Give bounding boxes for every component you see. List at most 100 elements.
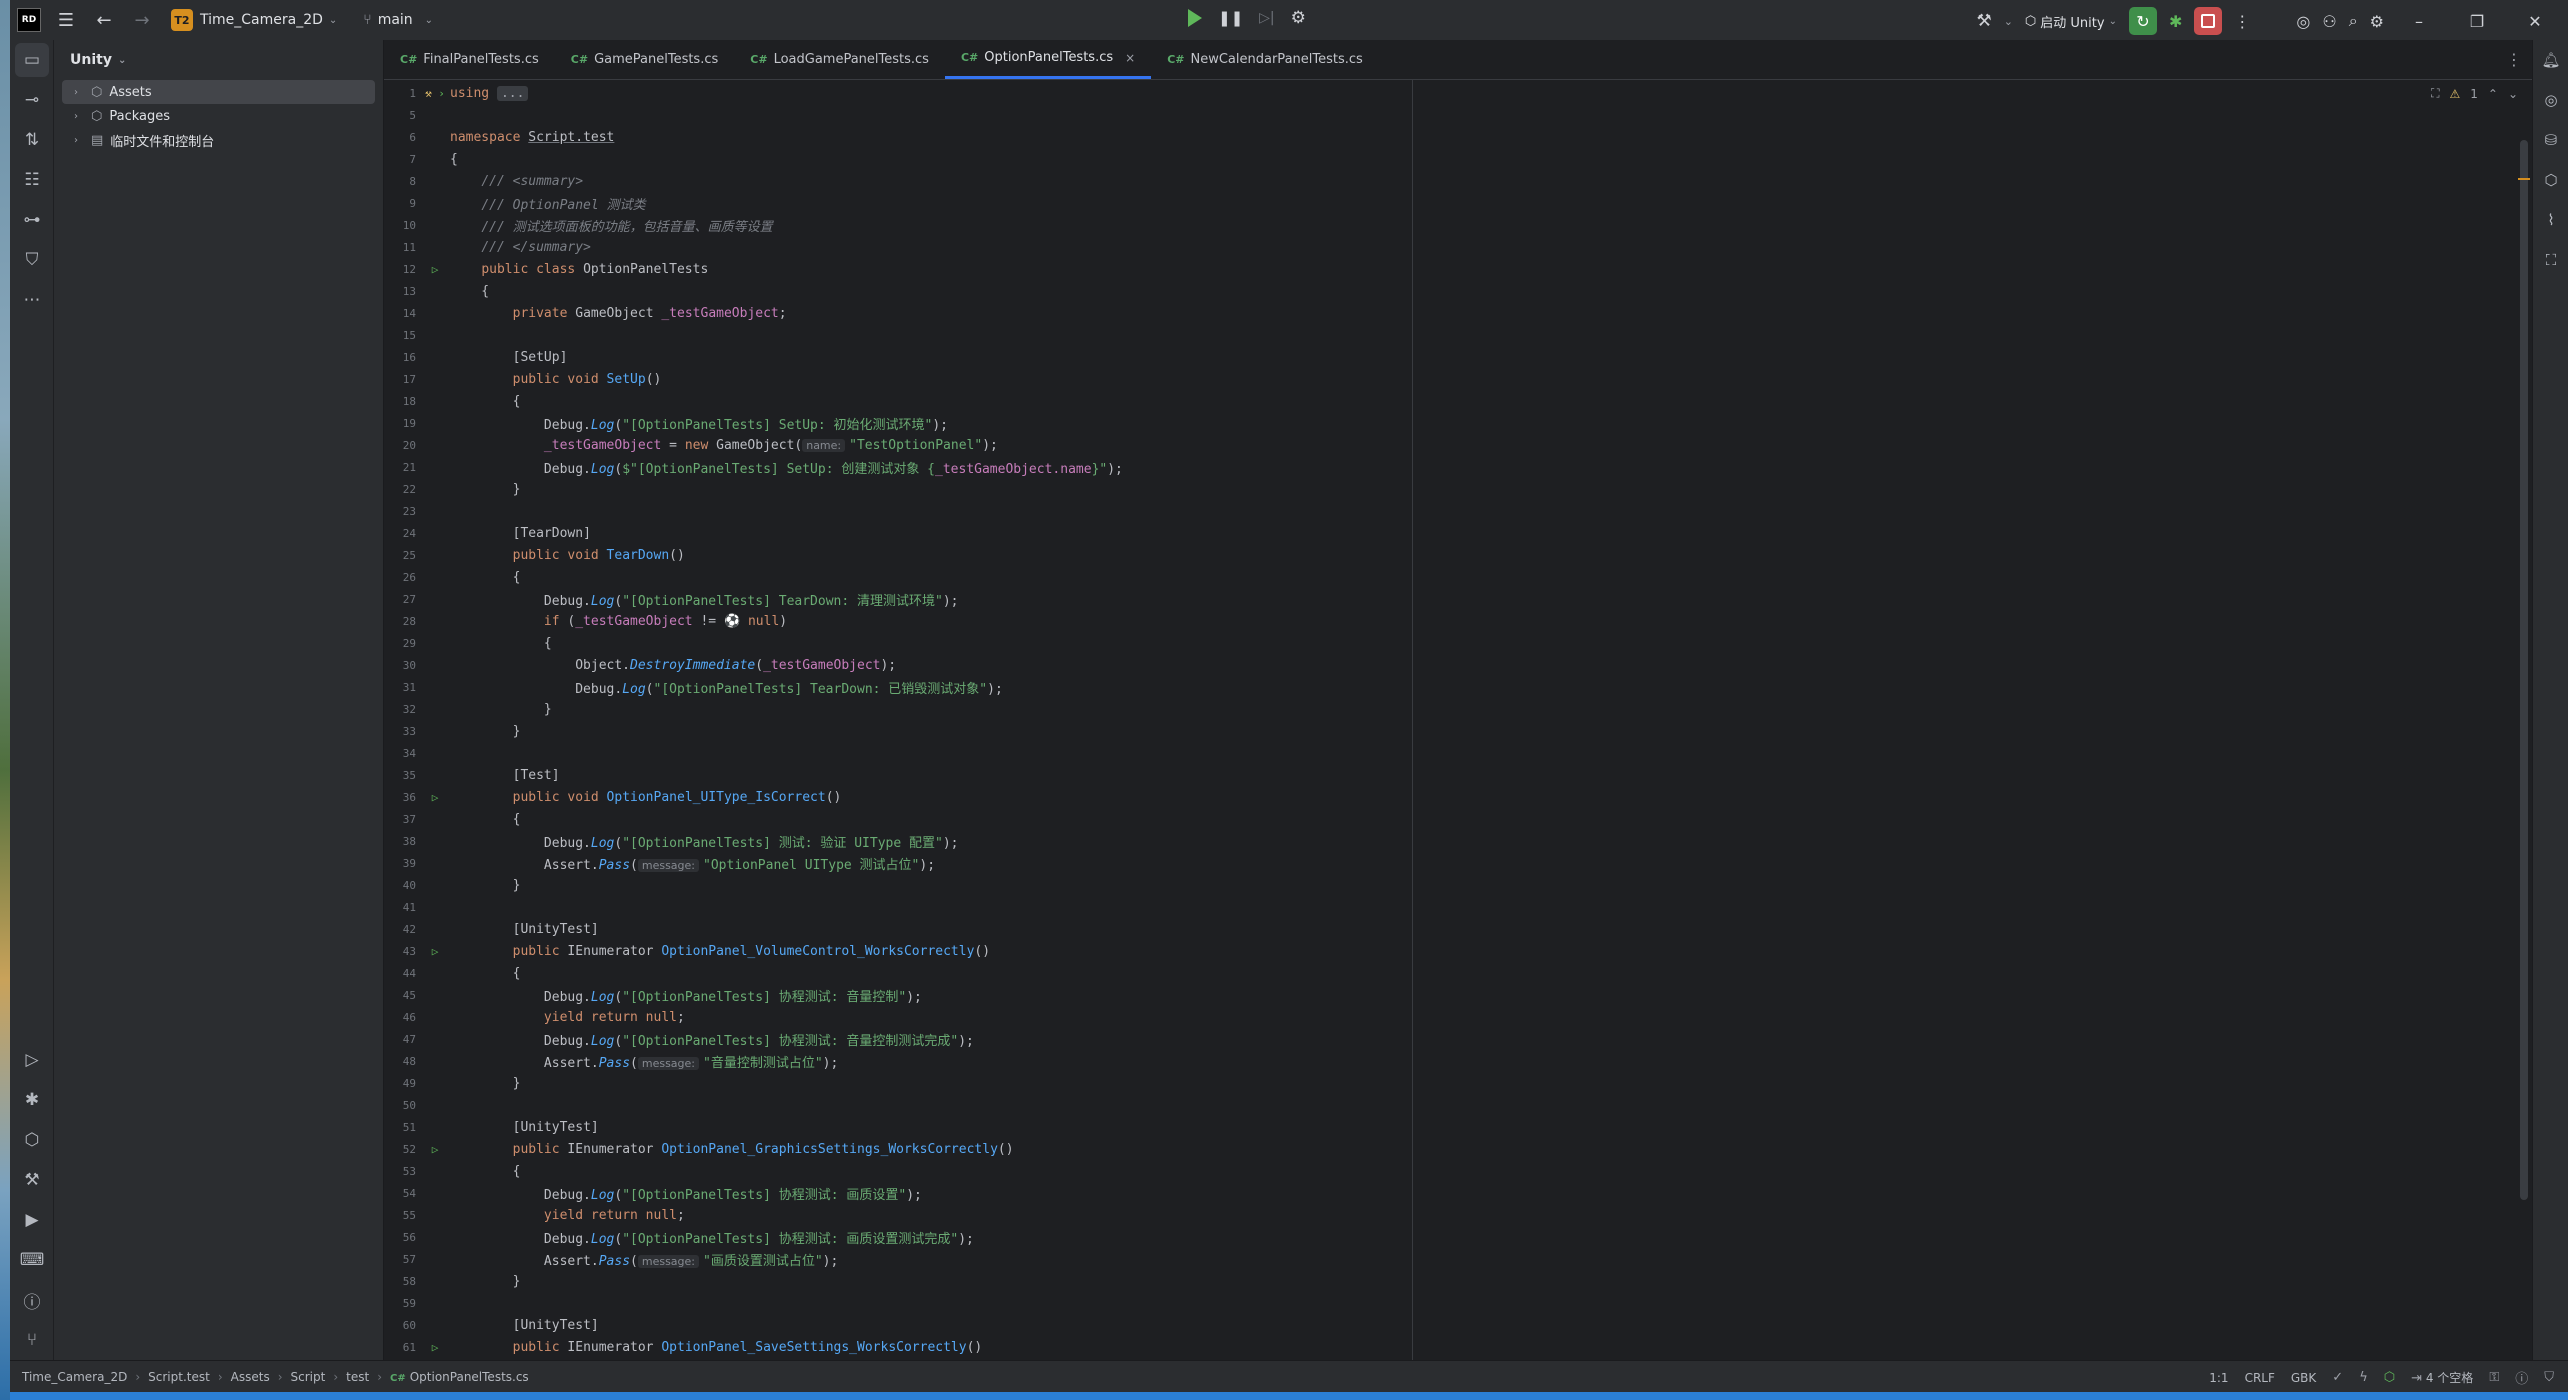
- intention-bulb-icon[interactable]: ⚒ ›: [420, 87, 450, 100]
- right-tool-strip: 🔔︎ ◎ ⛁ ⬡ ⌇ ⛶: [2532, 40, 2568, 1360]
- line-number: 44: [402, 966, 416, 980]
- breadcrumb-item[interactable]: Script.test: [148, 1370, 210, 1384]
- line-number: 13: [402, 284, 416, 298]
- terminal-icon[interactable]: ⌨: [10, 1240, 54, 1280]
- tab-optionpaneltests[interactable]: C# OptionPanelTests.cs ×: [944, 39, 1152, 79]
- notifications-icon[interactable]: 🔔︎: [2533, 40, 2568, 80]
- build-tools-icon[interactable]: ⚒: [10, 1160, 54, 1200]
- power-save-icon[interactable]: ϟ: [2359, 1370, 2368, 1385]
- project-name[interactable]: Time_Camera_2D: [200, 12, 323, 28]
- line-number: 40: [402, 878, 416, 892]
- project-panel-title: Unity: [70, 52, 112, 68]
- tabs-more-icon[interactable]: ⋮: [2506, 50, 2522, 69]
- taskbar-edge: [10, 1392, 2568, 1400]
- run-icon[interactable]: [1188, 9, 1202, 27]
- indent-setting[interactable]: ⇥ 4 个空格: [2411, 1369, 2473, 1386]
- breadcrumb-item[interactable]: Script: [291, 1370, 326, 1384]
- endpoints-icon[interactable]: ⊶: [10, 200, 54, 240]
- project-badge[interactable]: T2: [171, 9, 193, 31]
- tab-gamepaneltests[interactable]: C# GamePanelTests.cs: [555, 39, 735, 79]
- branch-selector[interactable]: ⑂ main ⌄: [363, 12, 433, 28]
- unit-tests-icon[interactable]: ▷: [10, 1040, 54, 1080]
- breadcrumb-item[interactable]: Time_Camera_2D: [22, 1370, 127, 1384]
- tab-loadgamepaneltests[interactable]: C# LoadGamePanelTests.cs: [734, 39, 945, 79]
- project-panel-header[interactable]: Unity ⌄: [54, 40, 383, 80]
- caret-position[interactable]: 1:1: [2209, 1371, 2228, 1385]
- code-editor[interactable]: ⛶ ⚠ 1 ⌃ ⌄ 1 ⚒ › using ... 5 6 namespace S…: [384, 80, 2532, 1400]
- tree-item-packages[interactable]: › ⬡ Packages: [54, 104, 383, 128]
- commit-icon[interactable]: ⊸: [10, 80, 54, 120]
- settings-gear-icon[interactable]: ⚙: [2370, 12, 2384, 31]
- unity-icon[interactable]: ⬡: [10, 1120, 54, 1160]
- services-icon[interactable]: ▶: [10, 1200, 54, 1240]
- chevron-down-icon[interactable]: ⌄: [2004, 15, 2013, 28]
- code-line: 23: [384, 500, 2524, 522]
- structure-icon[interactable]: ☷: [10, 160, 54, 200]
- chevron-right-icon[interactable]: ›: [74, 111, 84, 122]
- search-icon[interactable]: ⌕: [2349, 11, 2358, 31]
- build-hammer-icon[interactable]: ⚒: [1976, 11, 1991, 31]
- project-folder-icon[interactable]: ▭: [15, 43, 49, 77]
- run-tests-icon[interactable]: ▷: [420, 263, 450, 276]
- back-arrow-icon[interactable]: ←: [85, 10, 123, 31]
- pause-icon[interactable]: ❚❚: [1218, 9, 1243, 27]
- unity-explorer-icon[interactable]: ⬡: [2533, 160, 2568, 200]
- line-number: 36: [402, 790, 416, 804]
- database-icon[interactable]: ⛁: [2533, 120, 2568, 160]
- dynamic-program-analysis-icon[interactable]: ⌇: [2533, 200, 2568, 240]
- breadcrumb-file[interactable]: C# OptionPanelTests.cs: [390, 1370, 529, 1384]
- breadcrumb-item[interactable]: Assets: [231, 1370, 270, 1384]
- ai-chat-icon[interactable]: ◎: [2533, 80, 2568, 120]
- debug-icon[interactable]: ✱: [10, 1080, 54, 1120]
- step-icon[interactable]: ▷|: [1259, 10, 1274, 26]
- chevron-right-icon[interactable]: ›: [74, 135, 84, 146]
- chevron-down-icon[interactable]: ⌄: [329, 15, 337, 26]
- chevron-right-icon[interactable]: ›: [74, 87, 84, 98]
- tab-newcalendarpaneltests[interactable]: C# NewCalendarPanelTests.cs: [1151, 39, 1379, 79]
- bookmarks-icon[interactable]: ⛉: [10, 240, 54, 280]
- ai-assistant-icon[interactable]: ◎: [2296, 12, 2310, 31]
- minimize-icon[interactable]: –: [2396, 12, 2442, 31]
- stop-button[interactable]: [2194, 7, 2223, 35]
- add-user-icon[interactable]: ⚇: [2322, 12, 2336, 31]
- lock-icon[interactable]: ⚿: [2489, 1370, 2499, 1385]
- check-circle-icon[interactable]: ✓: [2332, 1370, 2343, 1385]
- code-line: 38 Debug.Log("[OptionPanelTests] 测试: 验证 …: [384, 830, 2524, 852]
- run-test-icon[interactable]: ▷: [420, 945, 450, 958]
- pull-requests-icon[interactable]: ⇅: [10, 120, 54, 160]
- csharp-file-icon: C#: [390, 1372, 406, 1384]
- editor-tabs: C# FinalPanelTests.cs C# GamePanelTests.…: [384, 40, 2532, 80]
- tab-finalpaneltests[interactable]: C# FinalPanelTests.cs: [384, 39, 555, 79]
- close-icon[interactable]: ✕: [2512, 12, 2558, 31]
- run-configuration-selector[interactable]: ⬡ 启动 Unity ⌄: [2025, 12, 2117, 31]
- tree-item-assets[interactable]: › ⬡ Assets: [62, 80, 375, 104]
- csharp-file-icon: C#: [1167, 52, 1185, 66]
- close-tab-icon[interactable]: ×: [1125, 51, 1135, 65]
- more-tools-icon[interactable]: ⋯: [10, 280, 54, 320]
- forward-arrow-icon[interactable]: →: [123, 10, 161, 31]
- code-line: 30 Object.DestroyImmediate(_testGameObje…: [384, 654, 2524, 676]
- restore-icon[interactable]: ❐: [2454, 12, 2500, 31]
- problems-icon[interactable]: ⓘ: [2515, 1368, 2528, 1387]
- unity-connect-button[interactable]: ↻: [2128, 7, 2157, 35]
- more-options-icon[interactable]: ⋮: [2234, 12, 2250, 31]
- tree-item-scratches[interactable]: › ▤ 临时文件和控制台: [54, 128, 383, 152]
- problems-icon[interactable]: ⓘ: [10, 1280, 54, 1320]
- line-separator[interactable]: CRLF: [2245, 1371, 2275, 1385]
- unity-connection-icon[interactable]: ⬡: [2384, 1370, 2395, 1385]
- code-line: 27 Debug.Log("[OptionPanelTests] TearDow…: [384, 588, 2524, 610]
- branch-icon: ⑂: [363, 12, 372, 28]
- run-test-icon[interactable]: ▷: [420, 1143, 450, 1156]
- run-test-icon[interactable]: ▷: [420, 1341, 450, 1354]
- coverage-icon[interactable]: ⛶: [2533, 240, 2568, 280]
- run-test-icon[interactable]: ▷: [420, 791, 450, 804]
- code-line: 1 ⚒ › using ...: [384, 82, 2524, 104]
- main-menu-icon[interactable]: ☰: [47, 10, 85, 31]
- code-line: 39 Assert.Pass(message: "OptionPanel UITy…: [384, 852, 2524, 874]
- git-icon[interactable]: ⑂: [10, 1320, 54, 1360]
- debug-bug-icon[interactable]: ✱: [2169, 12, 2182, 31]
- shield-icon[interactable]: ⛉: [2544, 1370, 2554, 1385]
- file-encoding[interactable]: GBK: [2291, 1371, 2316, 1385]
- breadcrumb-item[interactable]: test: [346, 1370, 369, 1384]
- attach-debugger-icon[interactable]: ⚙: [1291, 8, 1306, 28]
